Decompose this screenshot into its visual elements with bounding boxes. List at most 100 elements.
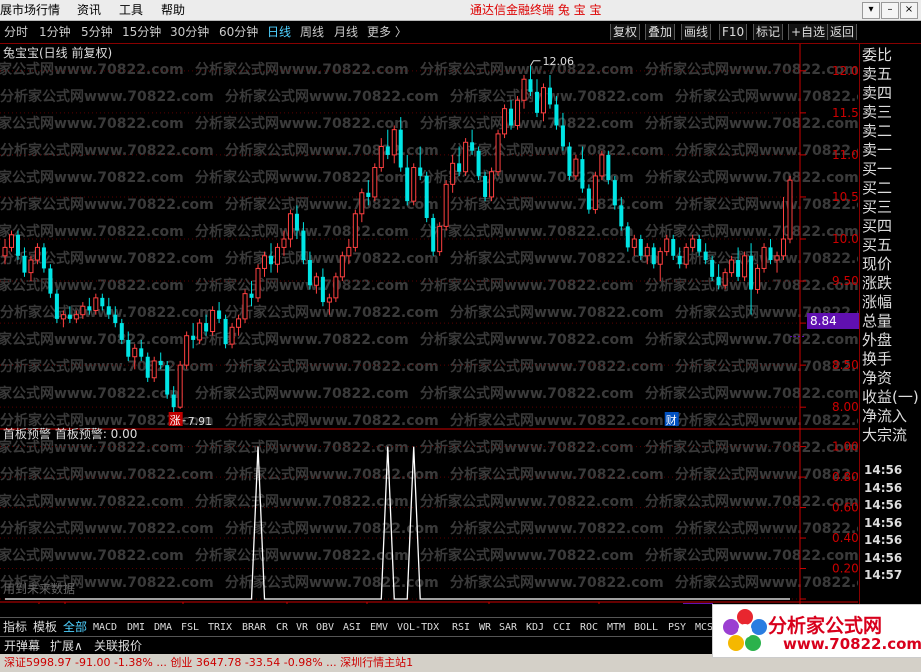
year-badge: 2021	[686, 603, 714, 604]
watermark-text: 分析家公式网www.70822.com	[195, 547, 409, 564]
indicator-tab[interactable]: EMV	[370, 620, 388, 635]
indicator-tab[interactable]: PSY	[668, 620, 686, 635]
indicator-tab[interactable]: FSL	[181, 620, 199, 635]
period-daily[interactable]: 日线	[267, 25, 291, 40]
indicator-tick-label: 1.00	[832, 440, 858, 454]
indicator-tab[interactable]: WR	[479, 620, 491, 635]
indicator-tab[interactable]: RSI	[452, 620, 470, 635]
period-timeshare[interactable]: 分时	[4, 25, 28, 40]
tick-time: 14:57	[864, 568, 903, 582]
watermark-text: 分析家公式网www.70822.com	[0, 547, 184, 564]
watermark-text: 分析家公式网www.70822.com	[0, 169, 184, 186]
expand-tab[interactable]: 扩展∧	[50, 639, 83, 654]
watermark-text: 分析家公式网www.70822.com	[450, 250, 664, 267]
period-5min[interactable]: 5分钟	[81, 25, 113, 40]
period-15min[interactable]: 15分钟	[122, 25, 161, 40]
candle-body	[242, 293, 248, 320]
indicator-tab[interactable]: MTM	[607, 620, 625, 635]
candle-body	[366, 192, 371, 197]
low-price-label: 7.91	[188, 415, 213, 428]
watermark-text: 分析家公式网www.70822.com	[420, 331, 634, 348]
indicator-tab[interactable]: TRIX	[208, 620, 232, 635]
indicator-tab[interactable]: SAR	[499, 620, 517, 635]
candle-body	[165, 365, 170, 395]
watermark-text: 分析家公式网www.70822.com	[645, 169, 858, 186]
indicator-tab[interactable]: ROC	[580, 620, 598, 635]
indicator-tab[interactable]: KDJ	[526, 620, 544, 635]
candle-body	[495, 133, 501, 173]
add-favorite-button[interactable]: +自选	[788, 24, 829, 40]
candle-body	[391, 129, 397, 156]
quote-field-label: 涨幅	[862, 293, 893, 311]
indicator-tab[interactable]: BOLL	[634, 620, 658, 635]
overlay-button[interactable]: 叠加	[645, 24, 676, 40]
watermark-text: 分析家公式网www.70822.com	[675, 88, 858, 105]
indicator-tab[interactable]: VOL-TDX	[397, 620, 439, 635]
back-button[interactable]: 返回	[827, 24, 858, 40]
indicator-tab[interactable]: CR	[276, 620, 288, 635]
watermark-text: 分析家公式网www.70822.com	[450, 574, 664, 591]
quote-field-label: 换手	[862, 350, 893, 368]
indicator-tick-label: 0.40	[832, 531, 858, 545]
candle-body	[249, 293, 254, 298]
candle-body	[28, 259, 34, 274]
candle-body	[768, 247, 773, 261]
indicator-tab[interactable]: OBV	[316, 620, 334, 635]
linked-quote-tab[interactable]: 关联报价	[94, 639, 142, 654]
candle-body	[625, 226, 630, 248]
indicator-tab[interactable]: BRAR	[242, 620, 266, 635]
mark-button[interactable]: 标记	[753, 24, 784, 40]
watermark-text: 分析家公式网www.70822.com	[0, 385, 184, 402]
period-monthly[interactable]: 月线	[334, 25, 358, 40]
month-label: 5	[602, 602, 610, 604]
close-icon[interactable]: ×	[900, 2, 918, 19]
indicator-tab[interactable]: 全部	[63, 620, 87, 635]
watermark-text: 分析家公式网www.70822.com	[195, 115, 409, 132]
candle-body	[599, 154, 605, 177]
watermark-text: 分析家公式网www.70822.com	[225, 520, 439, 537]
candle-body	[677, 255, 682, 265]
candle-body	[378, 146, 384, 169]
indicator-tab[interactable]: MACD	[93, 620, 117, 635]
period-weekly[interactable]: 周线	[300, 25, 324, 40]
status-text: 深证5998.97 -91.00 -1.38% ... 创业 3647.78 -…	[4, 656, 414, 669]
candle-body	[437, 225, 443, 253]
quote-field-label: 大宗流	[862, 426, 908, 444]
indicator-tab[interactable]: 指标	[3, 620, 27, 635]
f10-button[interactable]: F10	[719, 24, 748, 40]
watermark-text: 分析家公式网www.70822.com	[675, 196, 858, 213]
watermark-text: 分析家公式网www.70822.com	[195, 61, 409, 78]
candle-body	[41, 247, 46, 269]
indicator-tab[interactable]: VR	[296, 620, 308, 635]
watermark-text: 分析家公式网www.70822.com	[675, 412, 858, 429]
menu-tools[interactable]: 工具	[119, 2, 143, 18]
candle-body	[60, 314, 66, 320]
menu-dropdown-icon[interactable]: ▾	[862, 2, 880, 19]
period-60min[interactable]: 60分钟	[219, 25, 258, 40]
draw-line-button[interactable]: 画线	[681, 24, 712, 40]
candle-body	[560, 125, 565, 147]
indicator-tab[interactable]: DMA	[154, 620, 172, 635]
minimize-icon[interactable]: –	[881, 2, 899, 19]
indicator-tab[interactable]: 模板	[33, 620, 57, 635]
candle-body	[638, 239, 643, 256]
restore-rights-button[interactable]: 复权	[610, 24, 641, 40]
period-30min[interactable]: 30分钟	[170, 25, 209, 40]
candle-body	[22, 255, 27, 273]
month-label: 1	[186, 602, 194, 604]
kline-chart[interactable]: 分析家公式网www.70822.com 分析家公式网www.70822.com 分析…	[0, 44, 858, 604]
period-1min[interactable]: 1分钟	[39, 25, 71, 40]
indicator-tab[interactable]: DMI	[127, 620, 145, 635]
watermark-text: 分析家公式网www.70822.com	[420, 385, 634, 402]
menu-market[interactable]: 展市场行情	[0, 2, 60, 18]
period-more[interactable]: 更多 〉	[367, 25, 407, 40]
menu-news[interactable]: 资讯	[77, 2, 101, 18]
candle-body	[405, 167, 410, 202]
menu-help[interactable]: 帮助	[161, 2, 185, 18]
watermark-text: 分析家公式网www.70822.com	[225, 142, 439, 159]
indicator-tab[interactable]: CCI	[553, 620, 571, 635]
quote-field-label: 卖四	[862, 84, 893, 102]
indicator-tab[interactable]: ASI	[343, 620, 361, 635]
danmaku-tab[interactable]: 开弹幕	[4, 639, 40, 654]
watermark-text: 分析家公式网www.70822.com	[0, 331, 184, 348]
